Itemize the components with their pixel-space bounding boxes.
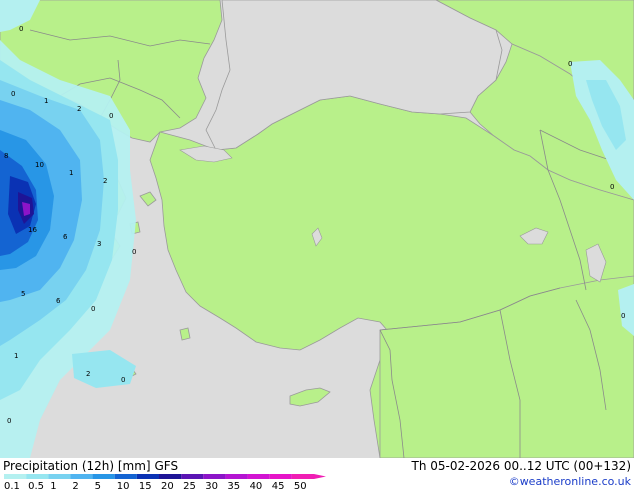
legend-swatch: [203, 474, 226, 479]
contour-label: 3: [97, 240, 101, 248]
contour-label: 0: [568, 60, 572, 68]
legend-swatch: [92, 474, 115, 479]
contour-label: 0: [91, 305, 95, 313]
legend-tick-label: 25: [183, 481, 196, 490]
contour-label: 8: [4, 152, 8, 160]
legend-swatch: [269, 474, 292, 479]
legend-tick-label: 0.5: [28, 481, 44, 490]
contour-label: 10: [35, 161, 44, 169]
credit-link[interactable]: ©weatheronline.co.uk: [509, 475, 631, 488]
contour-label: 6: [63, 233, 68, 241]
contour-label: 6: [56, 297, 61, 305]
legend-tick-label: 30: [205, 481, 218, 490]
contour-label: 1: [14, 352, 18, 360]
legend-swatch: [26, 474, 49, 479]
valid-time: Th 05-02-2026 00..12 UTC (00+132): [411, 459, 631, 473]
legend-tick-label: 50: [294, 481, 307, 490]
contour-label: 2: [103, 177, 107, 185]
legend-swatch: [70, 474, 93, 479]
legend-swatch: [48, 474, 71, 479]
map-title: Precipitation (12h) [mm] GFS: [3, 459, 178, 473]
contour-label: 0: [7, 417, 11, 425]
color-legend: 0.1 0.5 1 2 5 10 15 20 25 30 35 40 45 50: [4, 474, 326, 490]
contour-label: 0: [132, 248, 136, 256]
legend-tick-label: 0.1: [4, 481, 20, 490]
legend-swatch: [181, 474, 204, 479]
contour-label: 1: [69, 169, 73, 177]
contour-label: 2: [77, 105, 81, 113]
legend-swatch: [136, 474, 159, 479]
contour-label: 0: [11, 90, 15, 98]
legend-swatch: [247, 474, 270, 479]
precipitation-map: 0 0 1 2 0 8 10 1 2 16 6 3 0 5 6 0 1 2 0 …: [0, 0, 634, 458]
contour-label: 16: [28, 226, 37, 234]
contour-label: 0: [19, 25, 23, 33]
legend-swatch: [159, 474, 182, 479]
contour-label: 0: [109, 112, 113, 120]
legend-tick-label: 45: [272, 481, 285, 490]
legend-tick-label: 40: [250, 481, 263, 490]
model-name: GFS: [154, 459, 179, 473]
legend-tick-label: 10: [117, 481, 130, 490]
contour-label: 5: [21, 290, 25, 298]
legend-tick-label: 20: [161, 481, 174, 490]
legend-swatch: [225, 474, 248, 479]
legend-swatch: [4, 474, 27, 479]
map-title-text: Precipitation (12h) [mm]: [3, 459, 151, 473]
land-rhodes: [179, 327, 191, 341]
contour-label: 0: [121, 376, 125, 384]
legend-arrow: [314, 474, 326, 479]
legend-tick-label: 2: [72, 481, 78, 490]
legend-tick-label: 1: [50, 481, 56, 490]
contour-label: 0: [610, 183, 614, 191]
legend-tick-label: 5: [95, 481, 101, 490]
contour-label: 0: [621, 312, 625, 320]
contour-label: 1: [44, 97, 48, 105]
legend-swatch: [291, 474, 314, 479]
legend-tick-label: 15: [139, 481, 152, 490]
legend-swatch: [114, 474, 137, 479]
legend-tick-label: 35: [227, 481, 240, 490]
map-footer: Precipitation (12h) [mm] GFS Th 05-02-20…: [0, 458, 634, 490]
contour-label: 2: [86, 370, 90, 378]
